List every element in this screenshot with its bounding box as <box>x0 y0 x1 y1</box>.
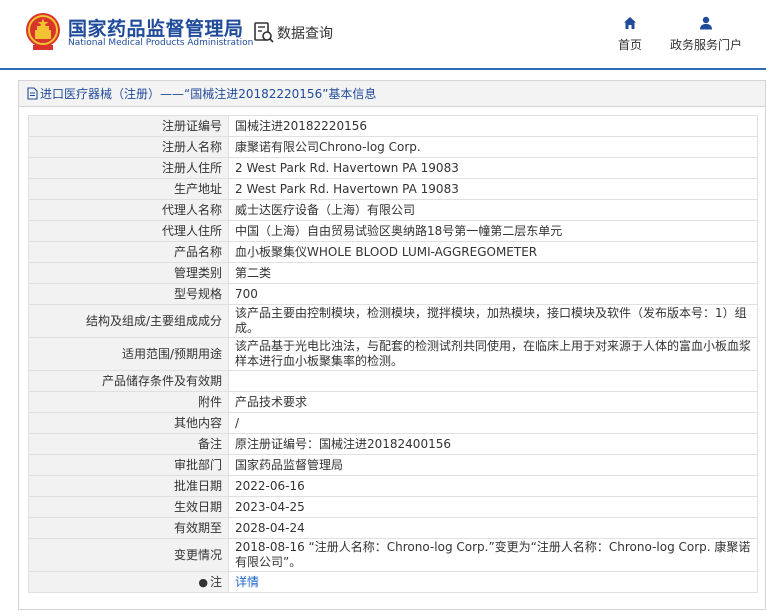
field-label: 注册人名称 <box>28 136 229 158</box>
note-label: 注 <box>209 574 222 589</box>
table-row: 产品名称 血小板聚集仪WHOLE BLOOD LUMI-AGGREGOMETER <box>28 241 758 263</box>
field-label: 生产地址 <box>28 178 229 200</box>
field-label: 代理人住所 <box>28 220 229 242</box>
nav-home-label: 首页 <box>617 38 642 52</box>
table-row: 备注 原注册证编号：国械注进20182400156 <box>28 433 758 455</box>
field-value: 康聚诺有限公司Chrono-log Corp. <box>228 136 758 158</box>
field-label: 审批部门 <box>28 454 229 476</box>
table-row: 生产地址 2 West Park Rd. Havertown PA 19083 <box>28 178 758 200</box>
data-query-link[interactable]: 数据查询 <box>254 20 333 46</box>
field-value: / <box>228 412 758 434</box>
field-label: 附件 <box>28 391 229 413</box>
field-value: 血小板聚集仪WHOLE BLOOD LUMI-AGGREGOMETER <box>228 241 758 263</box>
field-label: 其他内容 <box>28 412 229 434</box>
panel-title: 进口医疗器械（注册）——“国械注进20182220156”基本信息 <box>40 87 377 101</box>
data-query-label: 数据查询 <box>277 26 333 42</box>
table-row: 产品储存条件及有效期 <box>28 370 758 392</box>
field-value: 2 West Park Rd. Havertown PA 19083 <box>228 178 758 200</box>
field-label: 管理类别 <box>28 262 229 284</box>
detail-link[interactable]: 详情 <box>235 575 259 589</box>
field-label: 结构及组成/主要组成成分 <box>28 304 229 338</box>
nav-home[interactable]: 首页 <box>612 16 648 53</box>
table-row: 适用范围/预期用途 该产品基于光电比浊法，与配套的检测试剂共同使用，在临床上用于对… <box>28 337 758 371</box>
field-value <box>228 370 758 392</box>
field-value: 700 <box>228 283 758 305</box>
document-icon <box>27 87 38 100</box>
data-search-icon <box>254 22 274 43</box>
table-row: 其他内容 / <box>28 412 758 434</box>
field-value: 2022-06-16 <box>228 475 758 497</box>
field-value: 2028-04-24 <box>228 517 758 539</box>
detail-panel: 进口医疗器械（注册）——“国械注进20182220156”基本信息 注册证编号国… <box>18 80 766 610</box>
field-value: 该产品主要由控制模块，检测模块，搅拌模块，加热模块，接口模块及软件（发布版本号：… <box>228 304 758 338</box>
field-label: 有效期至 <box>28 517 229 539</box>
panel-header: 进口医疗器械（注册）——“国械注进20182220156”基本信息 <box>19 81 765 107</box>
home-icon <box>624 17 636 29</box>
field-value: 该产品基于光电比浊法，与配套的检测试剂共同使用，在临床上用于对来源于人体的富血小… <box>228 337 758 371</box>
field-value: 2 West Park Rd. Havertown PA 19083 <box>228 157 758 179</box>
org-name-cn: 国家药品监督管理局 <box>68 18 244 40</box>
field-value: 国械注进20182220156 <box>228 115 758 137</box>
field-label: 变更情况 <box>28 538 229 572</box>
field-label: 生效日期 <box>28 496 229 518</box>
table-row: 代理人住所 中国（上海）自由贸易试验区奥纳路18号第一幢第二层东单元 <box>28 220 758 242</box>
table-row: 生效日期 2023-04-25 <box>28 496 758 518</box>
table-row: 审批部门 国家药品监督管理局 <box>28 454 758 476</box>
field-value: 原注册证编号：国械注进20182400156 <box>228 433 758 455</box>
table-row: 附件 产品技术要求 <box>28 391 758 413</box>
note-value-cell: 详情 <box>228 571 758 593</box>
field-value: 产品技术要求 <box>228 391 758 413</box>
field-value: 中国（上海）自由贸易试验区奥纳路18号第一幢第二层东单元 <box>228 220 758 242</box>
detail-table: 注册证编号 国械注进20182220156 注册人名称 康聚诺有限公司Chrono-l… <box>28 115 758 593</box>
field-value: 国家药品监督管理局 <box>228 454 758 476</box>
table-row: 有效期至 2028-04-24 <box>28 517 758 539</box>
nav-gov-label: 政务服务门户 <box>669 38 742 52</box>
org-name-en: National Medical Products Administration <box>68 38 254 48</box>
table-row: 型号规格 700 <box>28 283 758 305</box>
field-label: 适用范围/预期用途 <box>28 337 229 371</box>
site-header: 国家药品监督管理局 National Medical Products Admi… <box>0 0 766 68</box>
note-label-cell: ● 注 <box>28 571 229 593</box>
field-label: 产品储存条件及有效期 <box>28 370 229 392</box>
table-row-note: ● 注详情 <box>28 571 758 593</box>
table-row: 注册人住所 2 West Park Rd. Havertown PA 19083 <box>28 157 758 179</box>
table-row: 变更情况 2018-08-16 “注册人名称：Chrono-log Corp.”变… <box>28 538 758 572</box>
field-label: 产品名称 <box>28 241 229 263</box>
field-label: 批准日期 <box>28 475 229 497</box>
field-value: 2023-04-25 <box>228 496 758 518</box>
table-row: 批准日期 2022-06-16 <box>28 475 758 497</box>
table-row: 代理人名称 威士达医疗设备（上海）有限公司 <box>28 199 758 221</box>
nav-gov-service[interactable]: 政务服务门户 <box>666 16 746 53</box>
table-row: 注册人名称 康聚诺有限公司Chrono-log Corp. <box>28 136 758 158</box>
field-label: 型号规格 <box>28 283 229 305</box>
header-divider <box>0 68 766 70</box>
field-value: 第二类 <box>228 262 758 284</box>
table-row: 管理类别 第二类 <box>28 262 758 284</box>
national-emblem-logo <box>26 13 60 50</box>
field-label: 注册证编号 <box>28 115 229 137</box>
field-value: 2018-08-16 “注册人名称：Chrono-log Corp.”变更为“注… <box>228 538 758 572</box>
table-row: 注册证编号 国械注进20182220156 <box>28 115 758 137</box>
user-icon <box>700 16 712 30</box>
table-row: 结构及组成/主要组成成分 该产品主要由控制模块，检测模块，搅拌模块，加热模块，接口… <box>28 304 758 338</box>
field-label: 注册人住所 <box>28 157 229 179</box>
field-label: 代理人名称 <box>28 199 229 221</box>
field-label: 备注 <box>28 433 229 455</box>
field-value: 威士达医疗设备（上海）有限公司 <box>228 199 758 221</box>
lightbulb-icon: ● <box>198 575 208 589</box>
